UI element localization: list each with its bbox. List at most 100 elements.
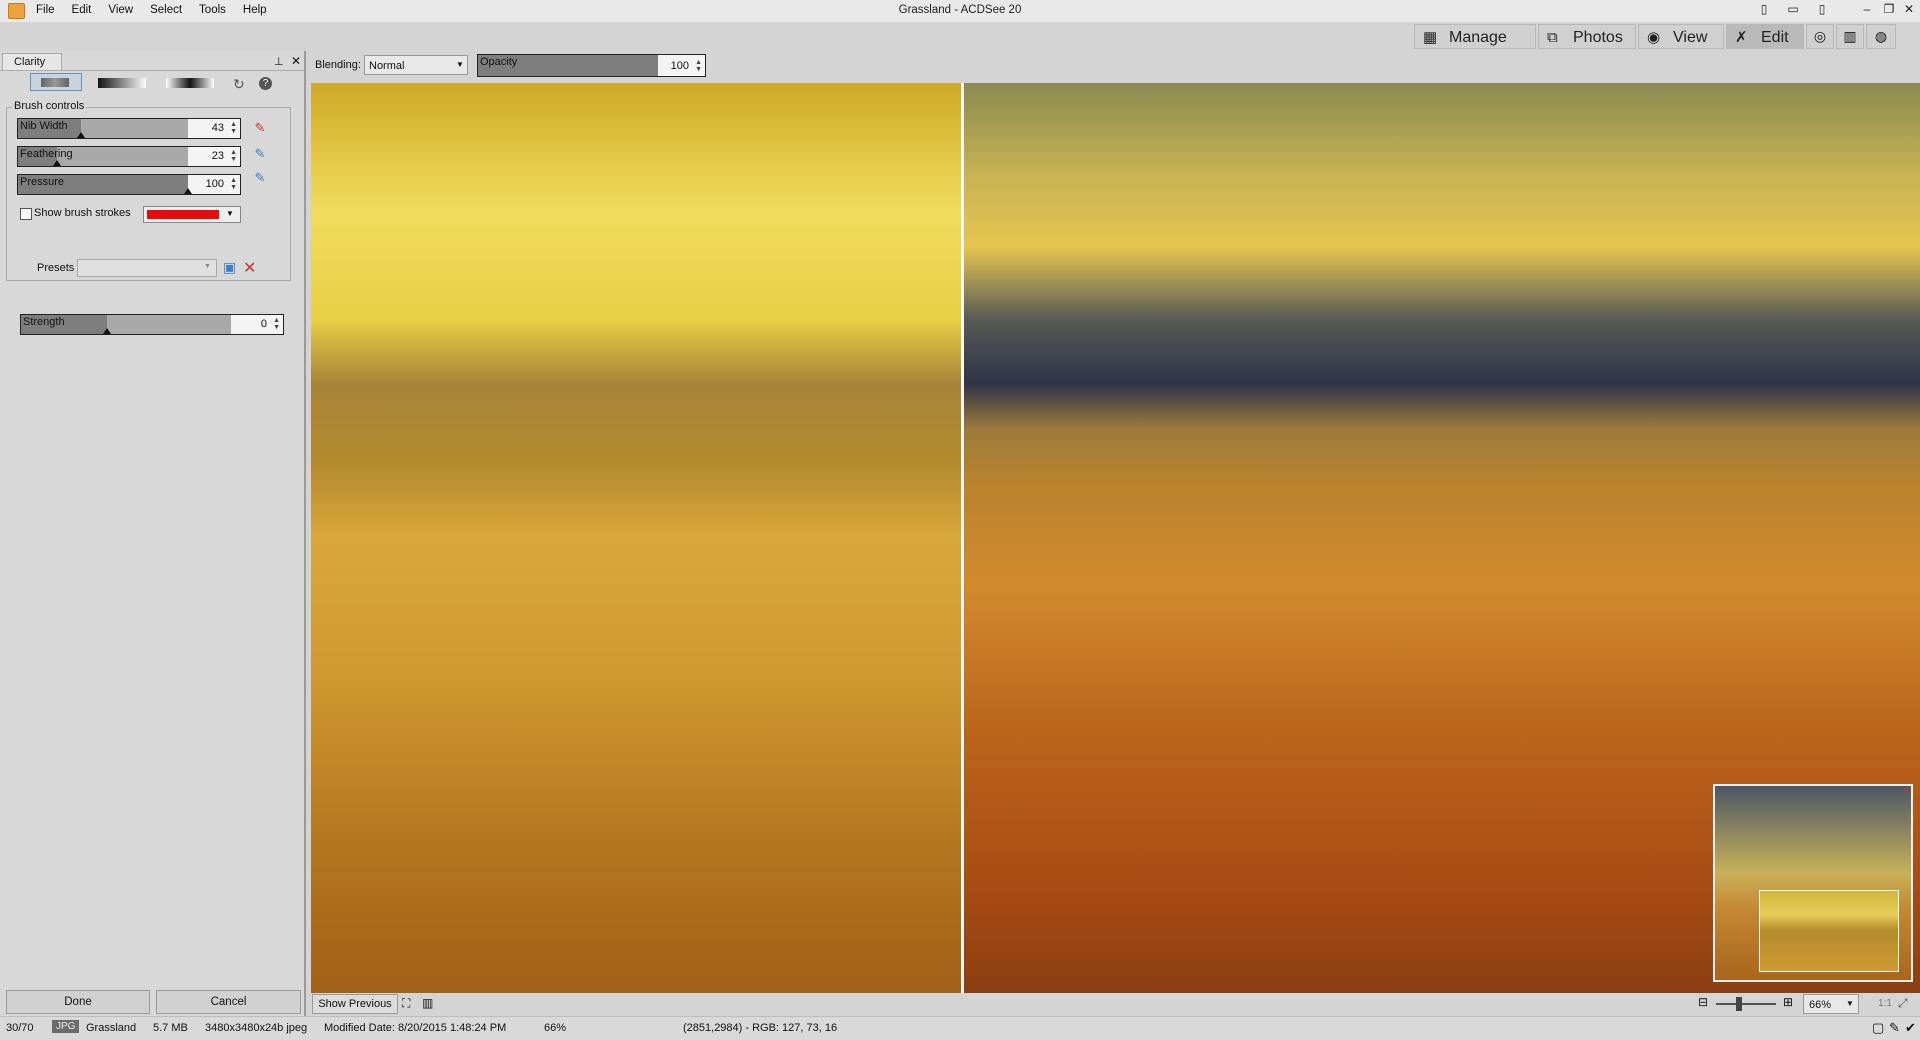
zoom-dropdown[interactable]: 66% ▼ bbox=[1803, 994, 1859, 1014]
spinner-icon[interactable]: ▲ ▼ bbox=[695, 59, 702, 73]
eye-icon: ◉ bbox=[1647, 29, 1661, 46]
panel-close-icon[interactable]: ✕ bbox=[291, 54, 301, 68]
show-previous-button[interactable]: Show Previous bbox=[312, 994, 398, 1014]
actual-size-button[interactable]: 1:1 bbox=[1878, 998, 1892, 1009]
slider-value[interactable]: 100 bbox=[206, 178, 224, 190]
blending-value: Normal bbox=[369, 60, 405, 72]
slider-value[interactable]: 0 bbox=[261, 318, 267, 330]
pencil-icon[interactable]: ✎ bbox=[1889, 1020, 1900, 1036]
nib-width-slider[interactable]: Nib Width 43 ▲ ▼ bbox=[17, 118, 241, 139]
photos-icon: ⧉ bbox=[1547, 29, 1558, 46]
develop-eye-icon[interactable]: ◍ bbox=[1866, 24, 1896, 49]
done-button[interactable]: Done bbox=[6, 990, 150, 1014]
slider-handle[interactable] bbox=[77, 132, 85, 138]
slider-handle[interactable] bbox=[184, 188, 192, 194]
file-type-badge: JPG bbox=[52, 1020, 80, 1033]
panel-tab-clarity[interactable]: Clarity bbox=[2, 53, 62, 70]
layout-right-icon[interactable]: ▯ bbox=[1811, 2, 1833, 20]
blending-label: Blending: bbox=[315, 59, 361, 71]
image-bottom-bar: Show Previous ⛶ ▥ ⊟ ⊞ 66% ▼ 1:1 ⤢ bbox=[306, 993, 1920, 1015]
navigator-viewport[interactable] bbox=[1759, 890, 1899, 972]
zoom-value: 66% bbox=[1809, 999, 1832, 1011]
pick-brush-icon[interactable]: ✎ bbox=[252, 170, 268, 186]
zoom-out-icon[interactable]: ⊟ bbox=[1698, 995, 1708, 1009]
fit-image-icon[interactable]: ⤢ bbox=[1898, 996, 1908, 1011]
image-position: 30/70 bbox=[6, 1022, 34, 1034]
stroke-color-picker[interactable]: ▼ bbox=[143, 206, 241, 223]
histogram-icon[interactable]: ▥ bbox=[1836, 24, 1864, 49]
layout-bottom-icon[interactable]: ▭ bbox=[1782, 2, 1804, 20]
spinner-icon[interactable]: ▲ ▼ bbox=[230, 121, 237, 135]
window-title: Grassland - ACDSee 20 bbox=[898, 4, 1022, 16]
modified-date: Modified Date: 8/20/2015 1:48:24 PM bbox=[324, 1022, 507, 1034]
histogram-small-icon[interactable]: ▥ bbox=[422, 996, 433, 1010]
delete-preset-icon[interactable]: ✕ bbox=[243, 258, 256, 278]
presets-label: Presets bbox=[37, 262, 75, 274]
grid-icon: ▦ bbox=[1423, 29, 1438, 46]
photo-canvas[interactable] bbox=[311, 83, 1920, 993]
chevron-down-icon: ▼ bbox=[226, 209, 234, 218]
reset-icon[interactable]: ↻ bbox=[233, 76, 245, 93]
close-button[interactable]: ✕ bbox=[1898, 2, 1920, 20]
slider-value[interactable]: 23 bbox=[212, 150, 224, 162]
navigator-close-icon[interactable]: ✕ bbox=[1902, 786, 1910, 797]
clarity-panel: Clarity ⊥ ✕ ↻ ? Brush controls Nib Width… bbox=[0, 51, 306, 1025]
pick-brush-icon[interactable]: ✎ bbox=[252, 146, 268, 162]
strength-slider[interactable]: Strength 0 ▲ ▼ bbox=[20, 314, 284, 335]
minimize-button[interactable]: – bbox=[1856, 2, 1878, 20]
layout-left-icon[interactable]: ▯ bbox=[1753, 2, 1775, 20]
save-preset-icon[interactable]: ▣ bbox=[223, 259, 236, 276]
restore-button[interactable]: ❐ bbox=[1878, 2, 1900, 20]
chevron-down-icon: ▼ bbox=[204, 263, 211, 270]
fullscreen-icon[interactable]: ⛶ bbox=[402, 996, 410, 1011]
linear-gradient-tool[interactable] bbox=[98, 78, 146, 88]
zoom-slider-track[interactable] bbox=[1716, 1003, 1776, 1005]
pressure-slider[interactable]: Pressure 100 ▲ ▼ bbox=[17, 174, 241, 195]
mode-edit-button[interactable]: ✗ Edit bbox=[1726, 24, 1804, 49]
edit-tools-icon: ✗ bbox=[1735, 29, 1748, 46]
365-icon[interactable]: ◎ bbox=[1806, 24, 1834, 49]
mode-photos-button[interactable]: ⧉ Photos bbox=[1538, 24, 1636, 49]
slider-label: Feathering bbox=[20, 148, 73, 160]
options-bar: Blending: Normal ▼ Opacity 100 ▲ ▼ bbox=[306, 51, 1920, 81]
spinner-icon[interactable]: ▲ ▼ bbox=[230, 177, 237, 191]
spinner-icon[interactable]: ▲ ▼ bbox=[230, 149, 237, 163]
radial-gradient-tool[interactable] bbox=[166, 78, 214, 88]
zoom-level: 66% bbox=[544, 1022, 567, 1034]
cancel-button[interactable]: Cancel bbox=[156, 990, 301, 1014]
pick-brush-icon[interactable]: ✎ bbox=[252, 120, 268, 136]
slider-label: Opacity bbox=[480, 56, 518, 68]
help-icon[interactable]: ? bbox=[259, 77, 272, 90]
file-name: Grassland bbox=[86, 1022, 137, 1034]
pixel-info: (2851,2984) - RGB: 127, 73, 16 bbox=[683, 1022, 838, 1034]
slider-handle[interactable] bbox=[53, 160, 61, 166]
spinner-icon[interactable]: ▲ ▼ bbox=[273, 317, 280, 331]
show-strokes-label: Show brush strokes bbox=[34, 207, 131, 219]
feathering-slider[interactable]: Feathering 23 ▲ ▼ bbox=[17, 146, 241, 167]
title-bar: File Edit View Select Tools Help Grassland - … bbox=[0, 0, 1920, 22]
status-bar: 30/70 JPG Grassland 5.7 MB 3480x3480x24b… bbox=[0, 1016, 1920, 1040]
image-dimensions: 3480x3480x24b jpeg bbox=[205, 1022, 308, 1034]
mode-bar: ▦ Manage ⧉ Photos ◉ View ✗ Edit ◎ ▥ ◍ bbox=[1414, 23, 1920, 51]
mode-manage-button[interactable]: ▦ Manage bbox=[1414, 24, 1536, 49]
chevron-down-icon: ▼ bbox=[1846, 999, 1854, 1008]
pin-icon[interactable]: ⊥ bbox=[274, 55, 284, 68]
slider-value[interactable]: 100 bbox=[671, 60, 689, 72]
zoom-slider-handle[interactable] bbox=[1736, 997, 1742, 1011]
opacity-slider[interactable]: Opacity 100 ▲ ▼ bbox=[477, 54, 706, 77]
tab-divider bbox=[0, 70, 304, 71]
stroke-color-swatch bbox=[147, 210, 219, 219]
navigator-thumbnail[interactable]: ✕ bbox=[1713, 784, 1913, 982]
slider-handle[interactable] bbox=[103, 328, 111, 334]
zoom-in-icon[interactable]: ⊞ bbox=[1783, 995, 1793, 1009]
brush-tool-button[interactable] bbox=[30, 73, 82, 91]
view-mode-icon[interactable]: ▢ bbox=[1872, 1020, 1884, 1036]
mode-view-button[interactable]: ◉ View bbox=[1638, 24, 1724, 49]
presets-dropdown[interactable]: ▼ bbox=[77, 259, 217, 277]
show-strokes-checkbox[interactable] bbox=[20, 208, 32, 220]
before-preview-image bbox=[311, 83, 961, 993]
slider-value[interactable]: 43 bbox=[212, 122, 224, 134]
blending-dropdown[interactable]: Normal ▼ bbox=[364, 55, 468, 75]
brush-icon bbox=[41, 78, 69, 87]
check-icon[interactable]: ✔ bbox=[1905, 1020, 1916, 1036]
